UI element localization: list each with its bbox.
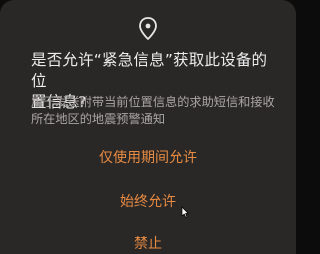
dialog-description: 用于发送附带当前位置信息的求助短信和接收 所在地区的地震预警通知 [31,95,275,126]
location-pin-icon [137,16,159,42]
always-allow-button[interactable]: 始终允许 [0,186,296,216]
location-permission-dialog: 是否允许“紧急信息”获取此设备的位 置信息? 用于发送附带当前位置信息的求助短信… [0,0,296,254]
deny-button[interactable]: 禁止 [0,228,296,254]
mouse-cursor-icon [181,203,189,218]
allow-while-using-button[interactable]: 仅使用期间允许 [0,142,296,172]
